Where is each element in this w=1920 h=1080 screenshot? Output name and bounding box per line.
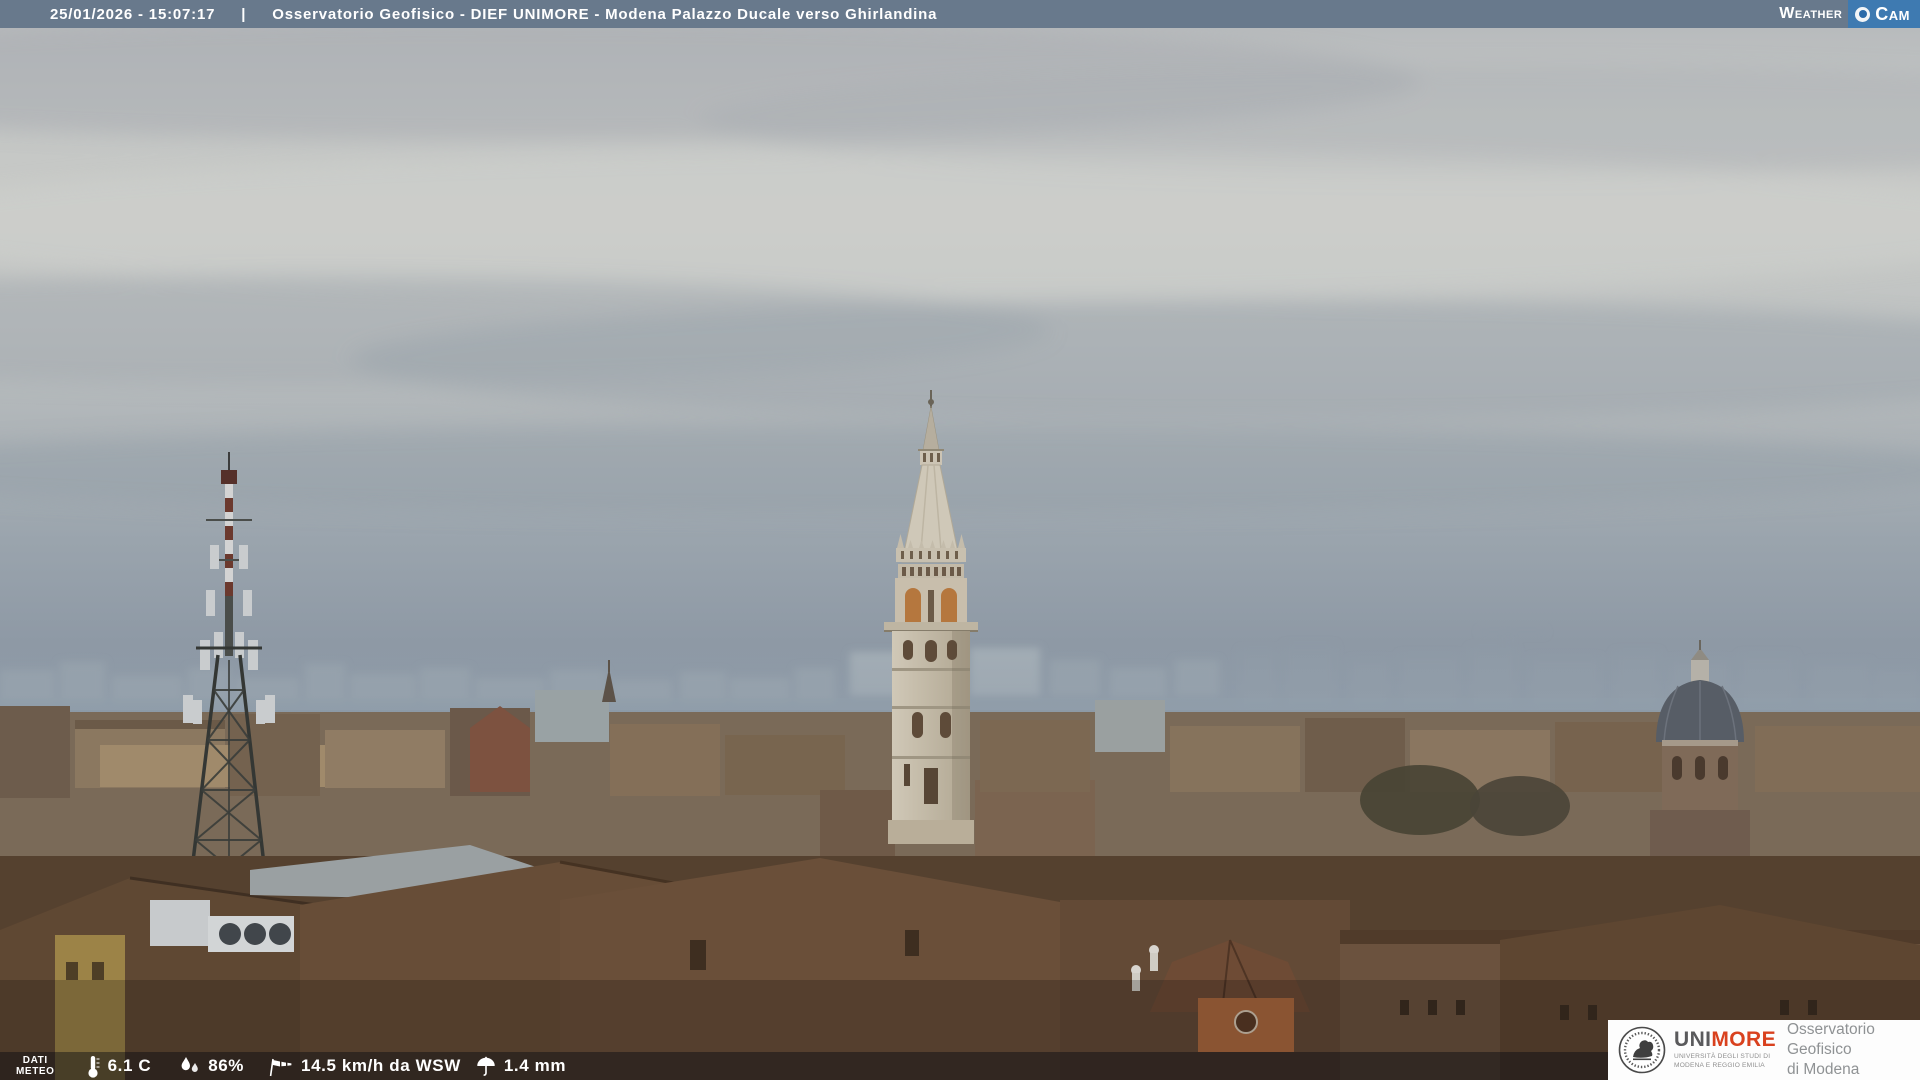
temperature-metric: 6.1 C [85, 1054, 152, 1078]
observatory-name-line2: di Modena [1786, 1060, 1860, 1078]
unimore-seal [1618, 1026, 1666, 1074]
humidity-value: 86% [208, 1056, 245, 1075]
observatory-name: Osservatorio Geofisico di Modena [1787, 1020, 1920, 1079]
dati-meteo-line2: METEO [16, 1066, 55, 1077]
thermometer-icon [87, 1056, 100, 1078]
umbrella-icon [477, 1056, 495, 1076]
unimore-more: MORE [1711, 1028, 1776, 1052]
unimore-logo-box: UNIMORE UNIVERSITÀ DEGLI STUDI DI MODENA… [1608, 1020, 1920, 1080]
datetime-text: 25/01/2026 - 15:07:17 [50, 5, 216, 23]
wind-value: 14.5 km/h da WSW [301, 1056, 461, 1075]
top-caption-bar: 25/01/2026 - 15:07:17 | Osservatorio Geo… [0, 0, 1920, 28]
wind-metric: 14.5 km/h da WSW [268, 1055, 461, 1077]
unimore-uni: UNI [1674, 1028, 1712, 1052]
separator: | [241, 5, 247, 23]
rain-value: 1.4 mm [503, 1056, 567, 1075]
webcam-photo [0, 0, 1920, 1080]
windsock-icon [269, 1058, 292, 1077]
temperature-value: 6.1 C [107, 1056, 152, 1075]
webcam-frame: 25/01/2026 - 15:07:17 | Osservatorio Geo… [0, 0, 1920, 1080]
unimore-subtitle-1: UNIVERSITÀ DEGLI STUDI DI [1674, 1053, 1771, 1061]
weathercam-logo: Weather Cam [1779, 0, 1920, 28]
humidity-icon [181, 1057, 199, 1072]
unimore-subtitle-2: MODENA E REGGIO EMILIA [1674, 1062, 1765, 1069]
unimore-wordmark: UNIMORE UNIVERSITÀ DEGLI STUDI DI MODENA… [1674, 1029, 1776, 1070]
observatory-name-line1: Osservatorio Geofisico [1786, 1021, 1875, 1059]
weathercam-logo-blue-block: Cam [1848, 0, 1920, 28]
humidity-metric: 86% [179, 1055, 244, 1077]
weathercam-logo-weather: Weather [1779, 5, 1843, 22]
weathercam-logo-cam: Cam [1875, 3, 1910, 24]
dati-meteo-label: DATI METEO [16, 1055, 55, 1077]
dati-meteo-line1: DATI [22, 1055, 48, 1066]
webcam-title: Osservatorio Geofisico - DIEF UNIMORE - … [272, 5, 938, 23]
camera-lens-icon [1855, 6, 1871, 22]
rain-metric: 1.4 mm [475, 1054, 566, 1078]
